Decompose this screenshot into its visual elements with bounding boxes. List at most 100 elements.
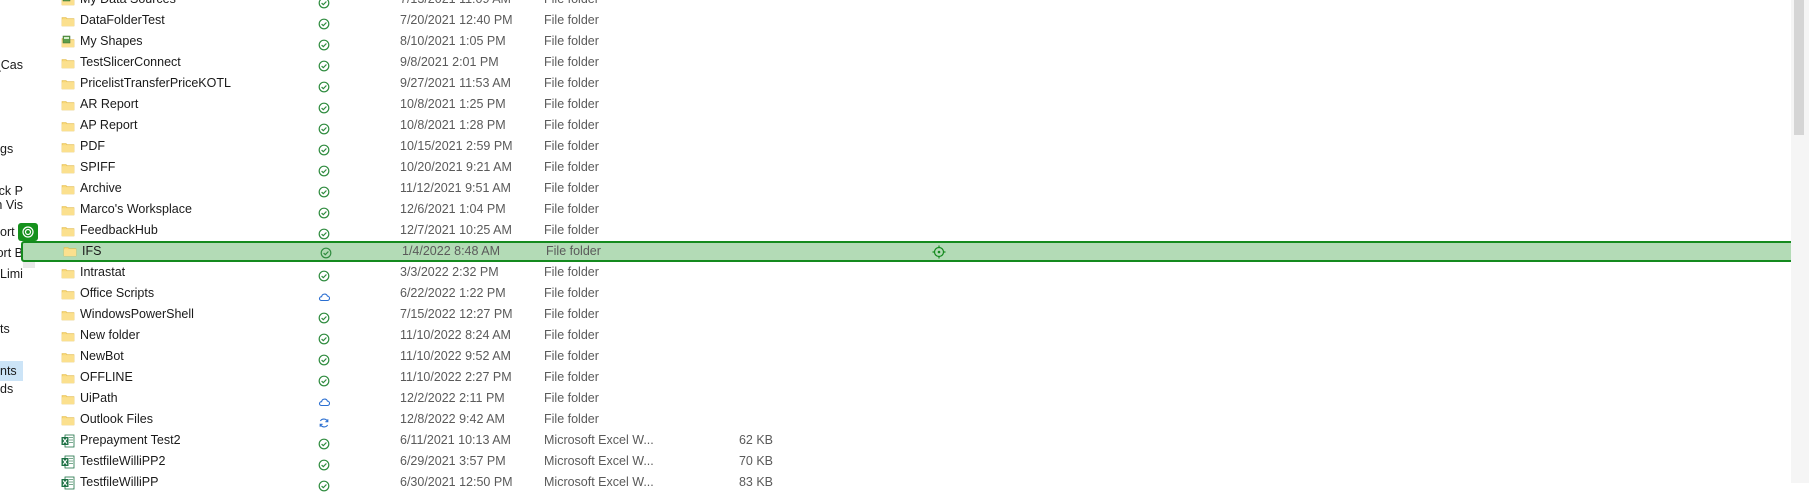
file-row[interactable]: Archive 11/12/2021 9:51 AM File folder — [55, 178, 1775, 199]
file-type: File folder — [546, 244, 601, 258]
file-row[interactable]: PDF 10/15/2021 2:59 PM File folder — [55, 136, 1775, 157]
sync-status-badge[interactable] — [18, 223, 38, 241]
file-date-modified: 10/20/2021 9:21 AM — [400, 160, 512, 174]
file-name: Outlook Files — [80, 412, 153, 426]
file-row[interactable]: DataFolderTest 7/20/2021 12:40 PM File fol… — [55, 10, 1775, 31]
file-name: NewBot — [80, 349, 124, 363]
synced-check-icon — [318, 351, 330, 366]
crosshair-icon — [932, 245, 946, 259]
excel-file-icon — [61, 433, 75, 448]
file-row[interactable]: Outlook Files 12/8/2022 9:42 AM File folde… — [55, 409, 1775, 430]
file-date-modified: 10/8/2021 1:28 PM — [400, 118, 506, 132]
folder-icon — [61, 307, 75, 321]
file-date-modified: 1/4/2022 8:48 AM — [402, 244, 500, 258]
file-type: File folder — [544, 370, 599, 384]
nav-item[interactable]: ds — [0, 379, 23, 399]
file-name: Office Scripts — [80, 286, 155, 300]
nav-item[interactable]: gs — [0, 139, 23, 159]
file-type: File folder — [544, 391, 599, 405]
file-date-modified: 11/10/2022 9:52 AM — [400, 349, 511, 363]
synced-check-icon — [318, 225, 330, 240]
file-row[interactable]: WindowsPowerShell 7/15/2022 12:27 PM File … — [55, 304, 1775, 325]
cloud-icon — [318, 393, 331, 407]
file-type: File folder — [544, 223, 599, 237]
synced-check-icon — [318, 141, 330, 156]
file-row[interactable]: NewBot 11/10/2022 9:52 AM File folder — [55, 346, 1775, 367]
file-row[interactable]: Marco's Worksplace 12/6/2021 1:04 PM File … — [55, 199, 1775, 220]
file-row[interactable]: Intrastat 3/3/2022 2:32 PM File folder — [55, 262, 1775, 283]
file-size: 70 KB — [738, 454, 773, 468]
nav-item-label: _Cas — [0, 58, 23, 72]
folder-icon — [61, 286, 75, 300]
folder-icon — [61, 265, 75, 279]
navigation-pane: _Casgsock Pn Visortort BLimitsntsds — [0, 0, 24, 483]
file-name: OFFLINE — [80, 370, 133, 384]
file-type: File folder — [544, 286, 599, 300]
synced-check-icon — [318, 57, 330, 72]
nav-item[interactable]: _Cas — [0, 55, 23, 75]
file-type: File folder — [544, 160, 599, 174]
file-row[interactable]: Office Scripts 6/22/2022 1:22 PM File fold… — [55, 283, 1775, 304]
file-date-modified: 11/10/2022 2:27 PM — [400, 370, 512, 384]
folder-icon — [61, 139, 75, 153]
file-date-modified: 6/29/2021 3:57 PM — [400, 454, 506, 468]
file-date-modified: 6/22/2022 1:22 PM — [400, 286, 506, 300]
file-type: File folder — [544, 0, 599, 10]
file-date-modified: 9/27/2021 11:53 AM — [400, 76, 511, 90]
nav-item[interactable]: nts — [0, 361, 23, 381]
file-row[interactable]: PricelistTransferPriceKOTL 9/27/2021 11:5… — [55, 73, 1775, 94]
file-row[interactable]: TestfileWilliPP2 6/29/2021 3:57 PM Microso… — [55, 451, 1775, 472]
file-type: File folder — [544, 307, 599, 321]
file-name: IFS — [82, 244, 102, 258]
file-list-scrollbar-thumb[interactable] — [1794, 0, 1804, 135]
folder-icon — [61, 370, 75, 384]
nav-item-label: n Vis — [0, 198, 23, 212]
synced-check-icon — [318, 267, 330, 282]
file-row[interactable]: AR Report 10/8/2021 1:25 PM File folder — [55, 94, 1775, 115]
file-name: Marco's Worksplace — [80, 202, 192, 216]
file-row-selected[interactable]: IFS 1/4/2022 8:48 AM File folder — [21, 241, 1795, 262]
special-folder-icon — [61, 34, 75, 48]
synced-check-icon — [318, 120, 330, 135]
file-date-modified: 3/3/2022 2:32 PM — [400, 265, 499, 279]
file-row[interactable]: FeedbackHub 12/7/2021 10:25 AM File folder — [55, 220, 1775, 241]
synced-check-icon — [318, 372, 330, 387]
file-row[interactable]: My Data Sources 7/13/2021 11:09 AM File fo… — [55, 0, 1775, 10]
file-row[interactable]: TestSlicerConnect 9/8/2021 2:01 PM File fo… — [55, 52, 1775, 73]
target-icon — [22, 226, 34, 238]
nav-item[interactable]: ts — [0, 319, 23, 339]
synced-check-icon — [318, 204, 330, 219]
synced-check-icon — [318, 99, 330, 114]
synced-check-icon — [318, 435, 330, 450]
file-type: File folder — [544, 97, 599, 111]
excel-file-icon — [61, 475, 75, 490]
file-date-modified: 8/10/2021 1:05 PM — [400, 34, 506, 48]
file-date-modified: 12/7/2021 10:25 AM — [400, 223, 512, 237]
file-row[interactable]: AP Report 10/8/2021 1:28 PM File folder — [55, 115, 1775, 136]
file-name: DataFolderTest — [80, 13, 165, 27]
nav-item[interactable]: n Vis — [0, 195, 23, 215]
synced-check-icon — [318, 78, 330, 93]
folder-icon — [61, 202, 75, 216]
file-name: Intrastat — [80, 265, 126, 279]
file-row[interactable]: My Shapes 8/10/2021 1:05 PM File folder — [55, 31, 1775, 52]
folder-icon — [61, 13, 75, 27]
file-name: My Shapes — [80, 34, 143, 48]
nav-item[interactable]: ort B — [0, 243, 23, 263]
file-date-modified: 7/20/2021 12:40 PM — [400, 13, 513, 27]
file-row[interactable]: OFFLINE 11/10/2022 2:27 PM File folder — [55, 367, 1775, 388]
file-name: TestSlicerConnect — [80, 55, 181, 69]
file-type: File folder — [544, 34, 599, 48]
file-row[interactable]: Prepayment Test2 6/11/2021 10:13 AM Micros… — [55, 430, 1775, 451]
file-date-modified: 6/11/2021 10:13 AM — [400, 433, 511, 447]
file-row[interactable]: UiPath 12/2/2022 2:11 PM File folder — [55, 388, 1775, 409]
folder-icon — [61, 328, 75, 342]
file-type: File folder — [544, 412, 599, 426]
file-row[interactable]: SPIFF 10/20/2021 9:21 AM File folder — [55, 157, 1775, 178]
file-name: WindowsPowerShell — [80, 307, 194, 321]
file-row[interactable]: New folder 11/10/2022 8:24 AM File folder — [55, 325, 1775, 346]
file-name: FeedbackHub — [80, 223, 158, 237]
file-name: Archive — [80, 181, 122, 195]
nav-item[interactable]: Limi — [0, 264, 23, 284]
nav-item-label: ort B — [0, 246, 23, 260]
